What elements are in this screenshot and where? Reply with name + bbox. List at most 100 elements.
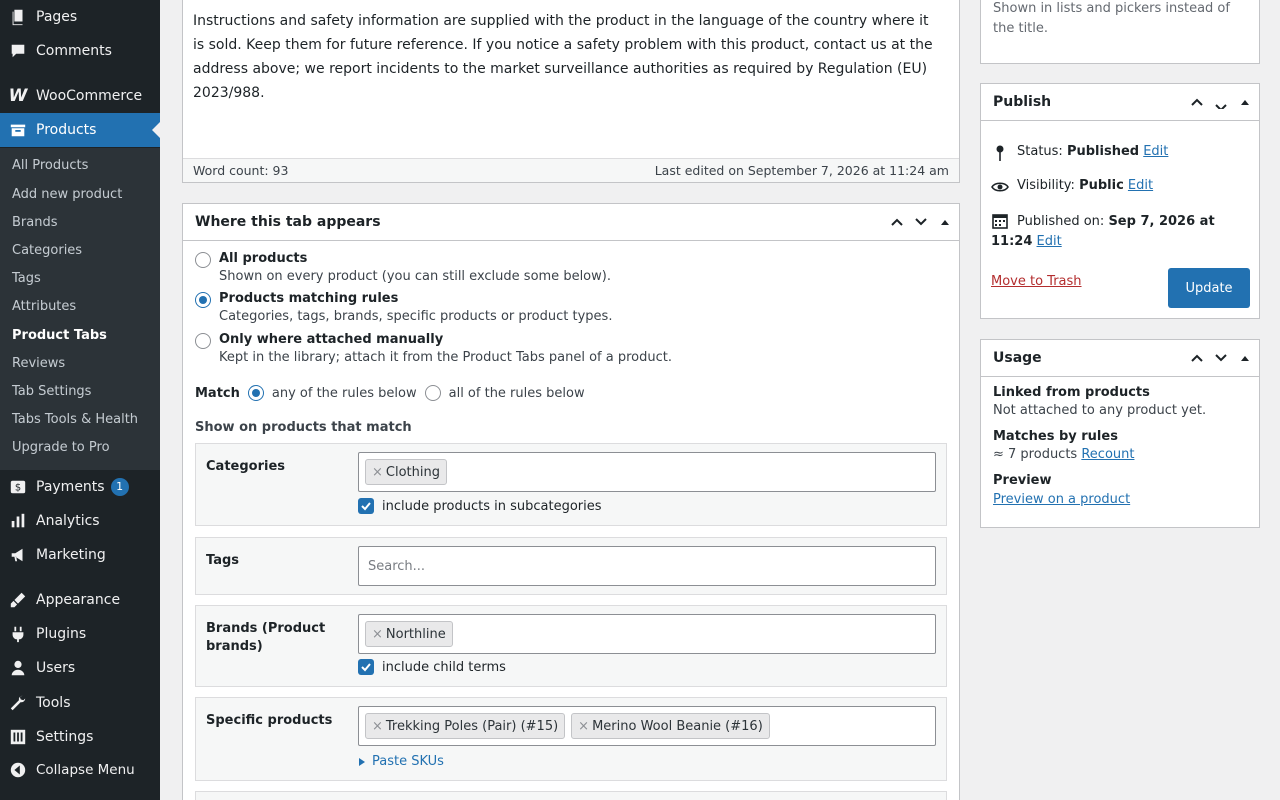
submenu-tabs-tools-health[interactable]: Tabs Tools & Health	[12, 410, 138, 430]
child-terms-check-row[interactable]: include child terms	[358, 659, 506, 675]
menu-collapse[interactable]: Collapse Menu	[0, 753, 160, 787]
menu-label: Plugins	[36, 626, 87, 642]
rule-next	[195, 791, 947, 800]
toggle-panel-icon[interactable]	[1237, 94, 1253, 110]
option-label: Products matching rules	[219, 291, 399, 306]
tools-icon	[0, 694, 36, 712]
token-clothing[interactable]: × Clothing	[365, 459, 447, 485]
excerpt-help: Shown in lists and pickers instead of th…	[993, 1, 1230, 36]
move-down-icon[interactable]	[1213, 94, 1229, 110]
menu-comments[interactable]: Comments	[0, 34, 160, 68]
editor-content[interactable]: Instructions and safety information are …	[193, 9, 938, 105]
move-up-icon[interactable]	[889, 214, 905, 230]
menu-marketing[interactable]: Marketing	[0, 538, 160, 572]
paste-skus-toggle[interactable]: Paste SKUs	[358, 754, 444, 769]
menu-appearance[interactable]: Appearance	[0, 583, 160, 617]
menu-analytics[interactable]: Analytics	[0, 504, 160, 538]
comments-icon	[0, 42, 36, 60]
matches-count: ≈ 7 products	[993, 447, 1078, 462]
menu-users[interactable]: Users	[0, 651, 160, 685]
submenu-tab-settings[interactable]: Tab Settings	[12, 382, 91, 402]
menu-label: Comments	[36, 43, 112, 59]
publish-box: Publish Status: Published Edit Visibilit…	[980, 83, 1260, 319]
submenu-brands[interactable]: Brands	[12, 213, 58, 233]
submenu-all-products[interactable]: All Products	[12, 156, 88, 176]
rule-specific-products: Specific products × Trekking Poles (Pair)…	[195, 697, 947, 781]
edit-visibility-link[interactable]: Edit	[1128, 178, 1153, 193]
show-heading: Show on products that match	[195, 420, 412, 435]
admin-sidebar: Pages Comments W WooCommerce Products Al…	[0, 0, 160, 800]
move-down-icon[interactable]	[913, 214, 929, 230]
option-desc: Categories, tags, brands, specific produ…	[219, 309, 613, 324]
rule-label: Tags	[206, 553, 240, 568]
edit-status-link[interactable]: Edit	[1143, 144, 1168, 159]
radio-manual[interactable]	[195, 333, 211, 349]
toggle-panel-icon[interactable]	[937, 214, 953, 230]
token-northline[interactable]: × Northline	[365, 621, 453, 647]
radio-match-all[interactable]	[424, 385, 441, 401]
submenu-upgrade-to-pro[interactable]: Upgrade to Pro	[12, 438, 110, 458]
radio-matching-rules[interactable]	[195, 292, 211, 308]
published-date: Sep 7, 2026 at	[1108, 214, 1215, 229]
svg-text:$: $	[15, 483, 21, 494]
preview-heading: Preview	[993, 473, 1052, 488]
edit-date-link[interactable]: Edit	[1037, 234, 1062, 249]
move-to-trash-link[interactable]: Move to Trash	[991, 274, 1082, 289]
radio-all-products[interactable]	[195, 252, 211, 268]
submenu-reviews[interactable]: Reviews	[12, 354, 65, 374]
published-time-row: 11:24 Edit	[991, 232, 1062, 252]
check-label: include child terms	[382, 659, 506, 675]
radio-match-any[interactable]	[247, 385, 264, 401]
option-label: All products	[219, 251, 308, 266]
move-up-icon[interactable]	[1189, 350, 1205, 366]
editor-status-bar: Word count: 93 Last edited on September …	[183, 158, 959, 182]
postbox-title: Publish	[993, 94, 1052, 110]
visibility-value: Public	[1079, 178, 1124, 193]
menu-pages[interactable]: Pages	[0, 0, 160, 34]
categories-select[interactable]: × Clothing	[358, 452, 936, 492]
postbox-header: Usage	[981, 340, 1259, 377]
submenu-tags[interactable]: Tags	[12, 269, 41, 289]
child-terms-checkbox[interactable]	[358, 659, 374, 675]
rule-brands: Brands (Product brands) × Northline inclu…	[195, 605, 947, 687]
preview-link[interactable]: Preview on a product	[993, 492, 1130, 507]
option-label: Only where attached manually	[219, 332, 444, 347]
recount-link[interactable]: Recount	[1081, 447, 1134, 462]
remove-token-icon[interactable]: ×	[578, 719, 589, 734]
move-down-icon[interactable]	[1213, 350, 1229, 366]
remove-token-icon[interactable]: ×	[372, 719, 383, 734]
products-submenu: All Products Add new product Brands Cate…	[0, 148, 160, 470]
move-up-icon[interactable]	[1189, 94, 1205, 110]
update-button[interactable]: Update	[1168, 268, 1250, 308]
woocommerce-icon: W	[8, 86, 28, 106]
menu-products[interactable]: Products	[0, 113, 160, 147]
postbox-title: Where this tab appears	[195, 214, 381, 230]
pin-icon	[991, 144, 1017, 162]
linked-text: Not attached to any product yet.	[993, 403, 1207, 418]
content-editor[interactable]: Instructions and safety information are …	[182, 0, 960, 183]
submenu-product-tabs[interactable]: Product Tabs	[12, 326, 107, 346]
menu-payments[interactable]: $ Payments 1	[0, 470, 160, 504]
submenu-add-new-product[interactable]: Add new product	[12, 185, 122, 205]
eye-icon	[991, 178, 1017, 196]
subcategories-check-row[interactable]: include products in subcategories	[358, 498, 602, 514]
remove-token-icon[interactable]: ×	[372, 465, 383, 480]
menu-plugins[interactable]: Plugins	[0, 617, 160, 651]
products-select[interactable]: × Trekking Poles (Pair) (#15) × Merino Woo…	[358, 706, 936, 746]
remove-token-icon[interactable]: ×	[372, 627, 383, 642]
status-row: Status: Published Edit	[991, 144, 1168, 162]
tags-search-input[interactable]: Search...	[358, 546, 936, 586]
menu-tools[interactable]: Tools	[0, 686, 160, 720]
brands-select[interactable]: × Northline	[358, 614, 936, 654]
rule-label: Brands (Product brands)	[206, 621, 326, 654]
submenu-categories[interactable]: Categories	[12, 241, 82, 261]
toggle-panel-icon[interactable]	[1237, 350, 1253, 366]
matches-heading: Matches by rules	[993, 429, 1118, 444]
submenu-attributes[interactable]: Attributes	[12, 297, 76, 317]
menu-woocommerce[interactable]: W WooCommerce	[0, 79, 160, 113]
published-time: 11:24	[991, 234, 1033, 249]
token-merino-beanie[interactable]: × Merino Wool Beanie (#16)	[571, 713, 770, 739]
menu-settings[interactable]: Settings	[0, 720, 160, 754]
subcategories-checkbox[interactable]	[358, 498, 374, 514]
token-trekking-poles[interactable]: × Trekking Poles (Pair) (#15)	[365, 713, 566, 739]
